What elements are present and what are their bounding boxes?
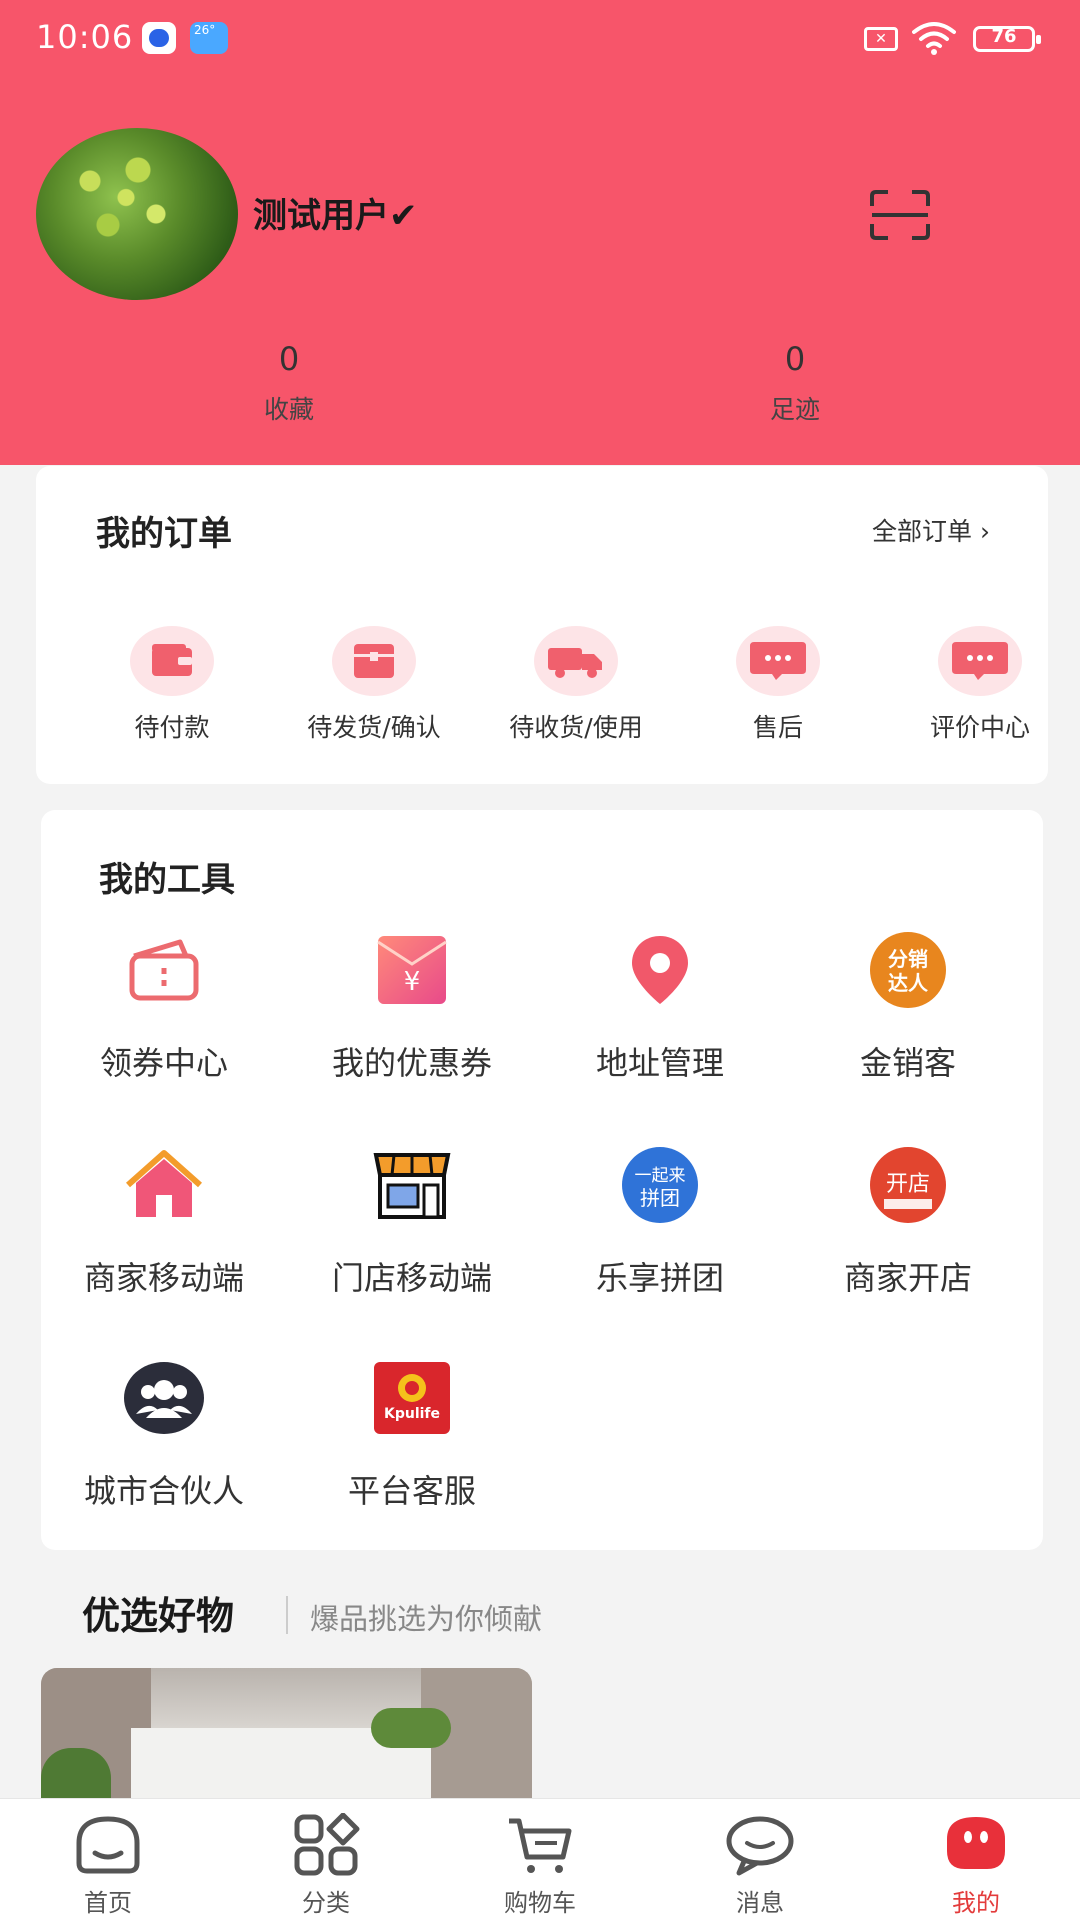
tool-merchant-mobile[interactable]: 商家移动端 [44,1145,284,1299]
truck-icon [534,626,618,696]
nav-label: 分类 [302,1889,350,1917]
nav-label: 首页 [84,1889,132,1917]
footprint-count: 0 [784,340,806,378]
cart-icon [505,1813,575,1877]
svg-text:分销: 分销 [888,947,928,971]
username: 测试用户✔ [253,196,418,236]
tool-label: 我的优惠券 [331,1044,492,1082]
tool-jinxiaoke[interactable]: 分销 达人 金销客 [788,930,1028,1084]
tool-label: 城市合伙人 [83,1472,244,1510]
avatar[interactable] [36,128,238,300]
tool-group-buy[interactable]: 一起来 拼团 乐享拼团 [540,1145,780,1299]
red-envelope-icon: ¥ [372,930,452,1010]
tools-card: 我的工具 领券中心 ¥ 我的优惠券 地址管理 分销 达人 金销客 商家移动端 门… [41,810,1043,1550]
all-orders-link[interactable]: 全部订单 › [872,512,990,548]
kpulife-logo-icon: Kpulife [372,1358,452,1438]
svg-text:Kpulife: Kpulife [384,1406,440,1422]
recommend-divider [286,1596,288,1634]
order-review-center[interactable]: 评价中心 [880,626,1080,744]
svg-text:开店: 开店 [886,1172,930,1197]
tool-my-coupons[interactable]: ¥ 我的优惠券 [292,930,532,1084]
order-pending-shipment[interactable]: 待发货/确认 [274,626,474,744]
open-shop-icon: 开店 [868,1145,948,1225]
nav-label: 我的 [952,1889,1000,1917]
nav-label: 消息 [736,1889,784,1917]
profile-header: 10:06 26° ✕ 76 测试用户✔ 0 收藏 0 足迹 [0,0,1080,465]
order-label: 待发货/确认 [307,713,441,742]
scan-icon[interactable] [870,190,930,240]
status-time: 10:06 [36,18,134,56]
order-pending-payment[interactable]: 待付款 [72,626,272,744]
order-label: 评价中心 [929,713,1030,742]
location-pin-icon [620,930,700,1010]
weather-icon: 26° [190,22,228,54]
footprint-label: 足迹 [769,395,820,424]
box-icon [332,626,416,696]
tool-label: 商家移动端 [83,1259,244,1297]
storefront-icon [372,1145,452,1225]
tool-label: 平台客服 [347,1472,476,1510]
nav-home[interactable]: 首页 [38,1813,178,1918]
svg-text:达人: 达人 [888,971,929,995]
group-buy-icon: 一起来 拼团 [620,1145,700,1225]
svg-text:¥: ¥ [404,967,421,997]
category-icon [291,1812,361,1877]
notification-app-icon [142,22,176,54]
tool-label: 乐享拼团 [595,1259,724,1297]
bottom-nav: 首页 分类 购物车 消息 我的 [0,1798,1080,1920]
no-sim-icon: ✕ [864,27,898,51]
weather-badge: 26° [194,23,216,37]
order-after-sales[interactable]: 售后 [678,626,878,744]
battery-level: 76 [991,26,1017,47]
tool-address-management[interactable]: 地址管理 [540,930,780,1084]
order-pending-receipt[interactable]: 待收货/使用 [476,626,676,744]
tool-city-partner[interactable]: 城市合伙人 [44,1358,284,1512]
wifi-icon [912,22,956,55]
partners-icon [124,1358,204,1438]
recommend-title: 优选好物 [82,1594,235,1638]
favorites-count: 0 [278,340,300,378]
battery-icon: 76 [973,26,1041,52]
tool-label: 地址管理 [595,1044,724,1082]
nav-messages[interactable]: 消息 [690,1813,830,1918]
home-icon [73,1813,143,1877]
message-icon [725,1813,795,1877]
house-icon [124,1145,204,1225]
tool-customer-service[interactable]: Kpulife 平台客服 [292,1358,532,1512]
tool-label: 门店移动端 [331,1259,492,1297]
status-bar: 10:06 26° ✕ 76 [0,0,1080,78]
profile-icon [941,1813,1011,1877]
recommend-subtitle: 爆品挑选为你倾献 [310,1602,543,1636]
favorites-stat[interactable]: 0 收藏 [189,340,389,426]
product-image[interactable] [41,1668,532,1808]
tool-coupon-center[interactable]: 领券中心 [44,930,284,1084]
nav-category[interactable]: 分类 [256,1812,396,1918]
chat-bubble-icon [938,626,1022,696]
order-label: 售后 [752,713,803,742]
tool-label: 领券中心 [99,1044,228,1082]
nav-cart[interactable]: 购物车 [470,1813,610,1918]
order-label: 待收货/使用 [509,713,643,742]
tool-open-shop[interactable]: 开店 商家开店 [788,1145,1028,1299]
svg-text:拼团: 拼团 [640,1186,680,1210]
orders-card: 我的订单 全部订单 › 待付款 待发货/确认 待收货/使用 售后 评价中心 [36,466,1048,784]
nav-label: 购物车 [504,1889,576,1917]
tools-title: 我的工具 [99,860,235,900]
tool-label: 金销客 [859,1044,956,1082]
wallet-icon [130,626,214,696]
tool-label: 商家开店 [843,1259,972,1297]
distributor-badge-icon: 分销 达人 [868,930,948,1010]
footprint-stat[interactable]: 0 足迹 [695,340,895,426]
nav-profile[interactable]: 我的 [906,1813,1046,1918]
chat-bubble-icon [736,626,820,696]
favorites-label: 收藏 [263,395,314,424]
orders-title: 我的订单 [96,514,232,554]
coupon-wallet-icon [124,930,204,1010]
tool-store-mobile[interactable]: 门店移动端 [292,1145,532,1299]
svg-text:一起来: 一起来 [635,1166,686,1186]
order-label: 待付款 [134,713,210,742]
